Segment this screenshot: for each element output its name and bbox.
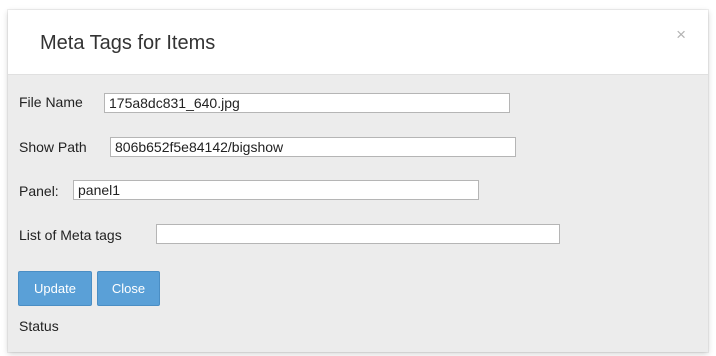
show-path-input[interactable] xyxy=(110,137,516,157)
meta-tags-input[interactable] xyxy=(156,224,560,244)
meta-tags-label: List of Meta tags xyxy=(19,227,122,243)
dialog-title: Meta Tags for Items xyxy=(40,32,216,54)
close-button[interactable]: Close xyxy=(97,271,160,306)
status-text: Status xyxy=(19,318,59,334)
panel-label: Panel: xyxy=(19,183,59,199)
file-name-input[interactable] xyxy=(104,93,510,113)
update-button[interactable]: Update xyxy=(18,271,92,306)
close-icon[interactable]: × xyxy=(676,26,686,43)
panel-input[interactable] xyxy=(73,180,479,200)
show-path-label: Show Path xyxy=(19,139,87,155)
dialog-header: Meta Tags for Items × xyxy=(8,10,708,75)
meta-tags-dialog: Meta Tags for Items × File Name Show Pat… xyxy=(8,10,708,352)
file-name-label: File Name xyxy=(19,94,83,110)
